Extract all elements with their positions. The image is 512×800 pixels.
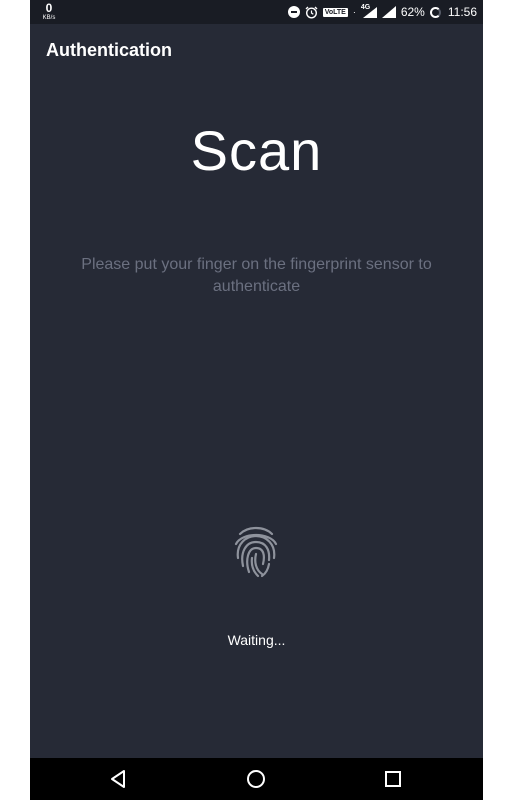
recents-square-icon[interactable]: [383, 769, 403, 789]
network-speed-indicator: 0 KB/s: [38, 2, 60, 21]
status-icons: VoLTE · 4G 62% 11:56: [287, 0, 477, 24]
app-screen: 0 KB/s VoLTE · 4G 62% 11:56 Authenticati…: [30, 0, 483, 800]
wifi-signal-icon: [381, 6, 396, 18]
do-not-disturb-icon: [287, 6, 300, 18]
scan-status-text: Waiting...: [227, 632, 286, 648]
battery-icon: [429, 6, 441, 18]
toolbar-title: Authentication: [46, 40, 172, 60]
navigation-bar: [30, 758, 483, 800]
scan-heading: Scan: [190, 119, 323, 182]
home-circle-icon[interactable]: [246, 769, 266, 789]
mobile-signal-4g-icon: 4G: [361, 4, 377, 18]
volte-icon: VoLTE: [322, 7, 348, 17]
fingerprint-icon[interactable]: [232, 524, 280, 578]
status-bar: 0 KB/s VoLTE · 4G 62% 11:56: [30, 0, 483, 24]
back-triangle-icon[interactable]: [109, 769, 129, 789]
data-activity-icon: ·: [352, 7, 356, 17]
battery-percent: 62%: [400, 5, 425, 19]
clock: 11:56: [447, 5, 477, 19]
network-speed-unit: KB/s: [42, 15, 56, 21]
alarm-icon: [305, 6, 318, 19]
instruction-text: Please put your finger on the fingerprin…: [81, 256, 432, 295]
network-speed-value: 0: [45, 1, 53, 15]
